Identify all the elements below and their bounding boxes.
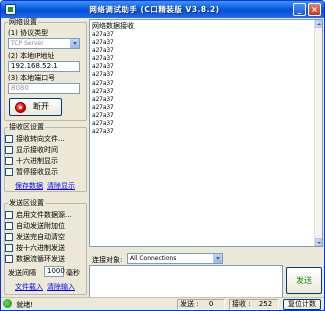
chevron-down-icon[interactable] xyxy=(70,39,79,48)
send-option-append-bit[interactable]: 自动发送附加位 xyxy=(5,221,65,230)
send-option-auto-clear[interactable]: 发送完自动清空 xyxy=(5,232,65,241)
send-option-hex-send[interactable]: 按十六进制发送 xyxy=(5,243,65,252)
save-data-link[interactable]: 保存数据 xyxy=(15,181,43,191)
status-indicator-icon xyxy=(15,102,26,113)
receive-line: a27a37 xyxy=(92,95,114,103)
clear-display-link[interactable]: 清除显示 xyxy=(47,181,75,191)
ip-label: (2) 本地IP地址 xyxy=(8,52,55,60)
recv-option-hex-display[interactable]: 十六进制显示 xyxy=(5,156,58,165)
app-window: 网络调试助手 (C口精装版 V3.8.2) _ × 网络设置 (1) 协议类型 … xyxy=(0,0,325,311)
receive-line: a27a37 xyxy=(92,31,114,38)
send-interval-unit: 毫秒 xyxy=(66,269,80,277)
checkbox[interactable] xyxy=(5,221,13,230)
send-settings-legend: 发送区设置 xyxy=(9,199,44,207)
checkbox[interactable] xyxy=(5,145,13,154)
checkbox[interactable] xyxy=(5,210,13,219)
recv-label: 接收 : xyxy=(232,300,251,308)
ready-status-icon xyxy=(3,299,12,308)
checkbox[interactable] xyxy=(5,134,13,143)
receive-line: a27a37 xyxy=(92,55,114,63)
protocol-select[interactable]: TCP Server xyxy=(8,38,80,49)
send-text-area[interactable] xyxy=(89,265,283,299)
port-label: (3) 本地端口号 xyxy=(8,74,56,82)
send-interval-input[interactable]: 1000 xyxy=(44,266,65,277)
status-bar: 就绪! 发送 : 0 接收 : 252 复位计数 xyxy=(1,297,324,310)
receive-line: a27a37 xyxy=(92,120,114,128)
minimize-button[interactable]: _ xyxy=(293,3,306,16)
receive-line: a27a37 xyxy=(92,111,114,119)
recv-count-cell: 接收 : 252 xyxy=(229,299,279,310)
app-icon xyxy=(5,4,16,15)
sent-label: 发送 : xyxy=(180,300,199,308)
receive-line: a27a37 xyxy=(92,39,114,47)
close-button[interactable]: × xyxy=(308,3,321,16)
option-label: 显示接收时间 xyxy=(16,145,58,154)
option-label: 发送完自动清空 xyxy=(16,232,65,241)
send-option-file-source[interactable]: 启用文件数据源... xyxy=(5,210,72,219)
checkbox[interactable] xyxy=(5,156,13,165)
send-interval-label: 发送间隔 xyxy=(8,269,36,277)
protocol-label: (1) 协议类型 xyxy=(8,29,49,37)
scroll-up-icon[interactable] xyxy=(315,20,322,28)
status-message-cell: 就绪! xyxy=(3,299,175,310)
send-button[interactable]: 发送 xyxy=(286,267,322,294)
receive-line: a27a37 xyxy=(92,87,114,95)
receive-line: a27a37 xyxy=(92,103,114,111)
window-title: 网络调试助手 (C口精装版 V3.8.2) xyxy=(89,5,220,14)
connection-target-value: All Connections xyxy=(130,255,177,262)
checkbox[interactable] xyxy=(5,243,13,252)
recv-count: 252 xyxy=(258,300,273,308)
send-option-loop[interactable]: 数据流循环发送 xyxy=(5,254,65,263)
checkbox[interactable] xyxy=(5,167,13,176)
receive-line: a27a37 xyxy=(92,71,114,79)
reset-count-button[interactable]: 复位计数 xyxy=(283,299,321,310)
sent-count: 0 xyxy=(208,300,214,308)
clear-input-link[interactable]: 清除输入 xyxy=(47,282,75,292)
chevron-down-icon[interactable] xyxy=(213,254,222,263)
receive-text-area[interactable]: 网络数据接收 a27a37 a27a37 a27a37 a27a37 a27a3… xyxy=(89,19,323,247)
status-text: 就绪! xyxy=(16,301,34,309)
receive-scrollbar[interactable] xyxy=(314,20,322,246)
recv-option-to-file[interactable]: 接收转向文件... xyxy=(5,134,65,143)
protocol-value: TCP Server xyxy=(11,40,44,47)
option-label: 按十六进制发送 xyxy=(16,243,65,252)
connection-target-label: 连接对象: xyxy=(92,256,123,264)
connect-button-label: 断开 xyxy=(33,102,49,111)
scroll-down-icon[interactable] xyxy=(315,238,322,246)
receive-area-legend: 网络数据接收 xyxy=(92,22,134,30)
option-label: 启用文件数据源... xyxy=(16,210,72,219)
title-bar[interactable]: 网络调试助手 (C口精装版 V3.8.2) _ × xyxy=(1,1,324,18)
receive-line: a27a37 xyxy=(92,47,114,55)
connection-target-select[interactable]: All Connections xyxy=(127,253,223,264)
checkbox[interactable] xyxy=(5,232,13,241)
receive-line: a27a37 xyxy=(92,63,114,71)
option-label: 数据流循环发送 xyxy=(16,254,65,263)
option-label: 自动发送附加位 xyxy=(16,221,65,230)
option-label: 接收转向文件... xyxy=(16,134,65,143)
receive-lines: a27a37 a27a37 a27a37 a27a37 a27a37 a27a3… xyxy=(92,31,114,136)
recv-settings-legend: 接收区设置 xyxy=(9,123,44,131)
load-file-link[interactable]: 文件载入 xyxy=(15,282,43,292)
ip-input[interactable]: 192.168.52.1 xyxy=(8,61,80,72)
checkbox[interactable] xyxy=(5,254,13,263)
sent-count-cell: 发送 : 0 xyxy=(177,299,225,310)
receive-line: a27a37 xyxy=(92,128,114,136)
recv-option-pause[interactable]: 暂停接收显示 xyxy=(5,167,58,176)
net-settings-legend: 网络设置 xyxy=(9,18,37,26)
option-label: 暂停接收显示 xyxy=(16,167,58,176)
recv-option-show-time[interactable]: 显示接收时间 xyxy=(5,145,58,154)
connect-toggle-button[interactable]: 断开 xyxy=(9,98,62,116)
port-input[interactable]: 8080 xyxy=(8,83,80,94)
option-label: 十六进制显示 xyxy=(16,156,58,165)
receive-line: a27a37 xyxy=(92,79,114,87)
